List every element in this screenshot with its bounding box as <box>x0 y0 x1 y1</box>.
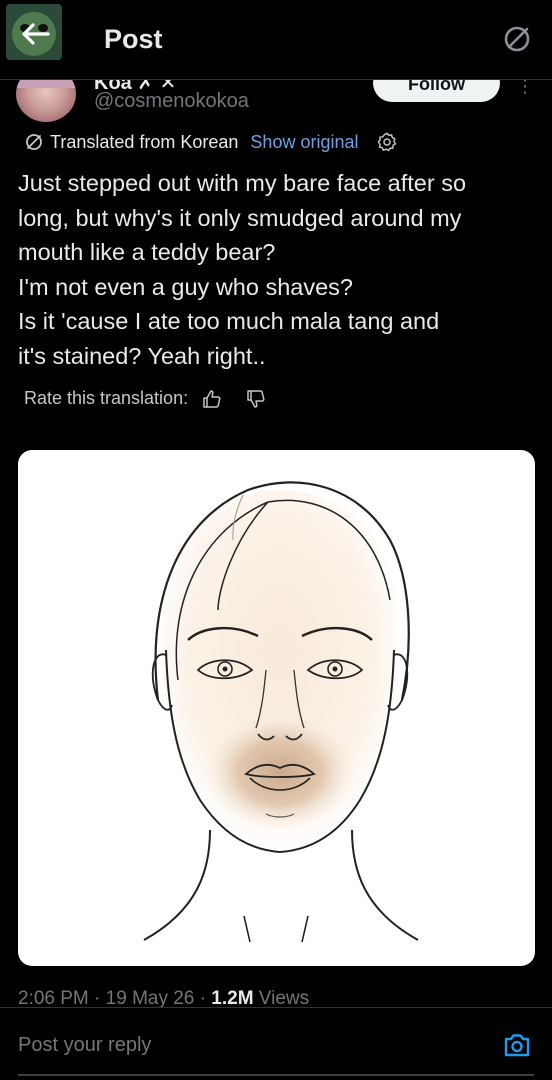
post-line: long, but why's it only smudged around m… <box>18 204 462 231</box>
reply-input[interactable]: Post your reply <box>18 1034 151 1057</box>
post-line: mouth like a teddy bear? <box>18 239 276 266</box>
translated-from-label: Translated from Korean <box>50 131 239 152</box>
post-line: I'm not even a guy who shaves? <box>18 273 353 300</box>
camera-icon[interactable] <box>502 1030 532 1060</box>
thumbs-down-icon[interactable] <box>246 389 266 409</box>
back-button[interactable] <box>6 4 62 60</box>
reply-underline <box>18 1074 534 1076</box>
arrow-left-icon <box>22 23 50 45</box>
translate-status-icon <box>26 134 42 150</box>
post-line: Is it 'cause I ate too much mala tang an… <box>18 308 440 335</box>
rate-translation: Rate this translation: <box>24 388 266 409</box>
reply-bar: Post your reply <box>0 1007 552 1080</box>
meta-separator: · <box>88 988 106 1009</box>
face-illustration <box>143 481 419 943</box>
page-title: Post <box>104 24 163 54</box>
rate-translation-label: Rate this translation: <box>24 388 189 408</box>
post-body: Just stepped out with my bare face after… <box>18 166 540 374</box>
post-date: 19 May 26 <box>105 988 195 1009</box>
translation-info: Translated from Korean Show original <box>24 130 398 154</box>
post-line: Just stepped out with my bare face after… <box>18 170 467 196</box>
thumbs-up-icon[interactable] <box>202 389 222 409</box>
post-image[interactable] <box>18 450 535 966</box>
show-original-link[interactable]: Show original <box>250 132 358 153</box>
post-time: 2:06 PM <box>18 988 89 1009</box>
gear-icon[interactable] <box>376 131 398 153</box>
top-app-bar: Post <box>0 0 552 80</box>
views-count[interactable]: 1.2M <box>211 988 253 1009</box>
meta-separator: · <box>194 988 212 1009</box>
no-translate-icon[interactable] <box>502 24 532 54</box>
views-label: Views <box>253 988 310 1009</box>
author-handle[interactable]: @cosmenokokoa <box>94 90 249 113</box>
post-line: it's stained? Yeah right.. <box>18 342 266 369</box>
